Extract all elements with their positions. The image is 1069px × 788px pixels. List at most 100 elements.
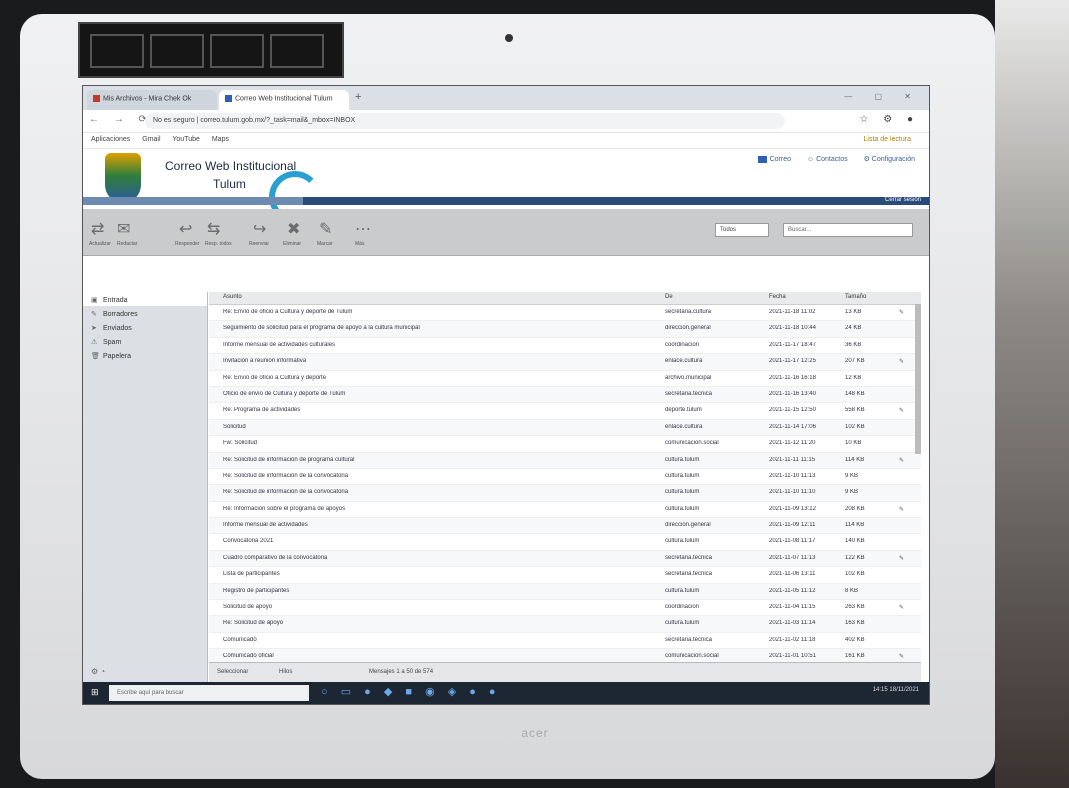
message-size: 161 KB (845, 653, 865, 660)
folder-item[interactable]: ➤ Enviados (83, 320, 207, 334)
banner-title: Correo Web Institucional (165, 159, 297, 173)
clock-time: 14:15 (872, 687, 888, 693)
window-controls[interactable]: — ▢ ✕ (844, 92, 921, 101)
forward-icon[interactable]: ↪ (253, 219, 266, 239)
refresh-icon[interactable]: ⇄ (91, 219, 104, 239)
message-date: 2021-11-05 11:12 (769, 587, 816, 594)
table-row[interactable]: Comunicado secretaria.tecnica 2021-11-02 1… (209, 633, 921, 650)
message-subject: Seguimiento de solicitud para el program… (223, 325, 420, 332)
table-row[interactable]: Convocatoria 2021 cultura.tulum 2021-11-08… (209, 534, 921, 551)
compose-icon[interactable]: ✉ (117, 219, 130, 239)
pencil-icon: ✎ (91, 311, 97, 318)
table-row[interactable]: Informe mensual de actividades culturale… (209, 338, 921, 355)
message-from: secretaria.tecnica (665, 390, 713, 397)
filter-select[interactable]: Todos (715, 223, 769, 237)
bookmark-item[interactable]: Aplicaciones (91, 136, 130, 143)
folder-item[interactable]: ✎ Borradores (83, 306, 207, 320)
message-size: 148 KB (845, 390, 865, 397)
message-subject: Re: Información sobre el programa de apo… (223, 505, 346, 512)
message-from: comunicacion.social (665, 653, 719, 660)
folder-item[interactable]: 🗑 Papelera (83, 348, 207, 362)
more-icon[interactable]: ⋯ (355, 219, 371, 239)
attachment-icon: ✎ (899, 605, 905, 612)
table-row[interactable]: Re: Solicitud de información de programa… (209, 452, 921, 469)
column-from[interactable]: De (665, 294, 673, 300)
list-scrollbar[interactable] (915, 304, 921, 454)
table-row[interactable]: Re: Programa de actividades deporte.tulum… (209, 403, 921, 420)
threads-menu[interactable]: Hilos (279, 669, 292, 675)
message-from: cultura.tulum (665, 489, 700, 496)
message-size: 9 KB (845, 472, 859, 479)
windows-start-icon[interactable]: ⊞ (91, 687, 101, 697)
table-row[interactable]: Lista de participantes secretaria.tecnica… (209, 567, 921, 584)
search-input[interactable]: Buscar... (783, 223, 913, 237)
new-tab-icon[interactable]: + (355, 91, 361, 103)
folder-item[interactable]: ▣ Entrada (83, 292, 207, 306)
message-size: 36 KB (845, 341, 862, 348)
logout-link[interactable]: Cerrar sesión (885, 197, 921, 203)
table-row[interactable]: Cuadro comparativo de la convocatoria sec… (209, 550, 921, 568)
browser-tab-active[interactable]: Correo Web Institucional Tulum (219, 90, 349, 110)
message-subject: Re: Solicitud de información de programa… (223, 456, 355, 463)
folder-item[interactable]: ⚠ Spam (83, 334, 207, 348)
message-from: deporte.tulum (665, 407, 702, 414)
message-size: 263 KB (845, 604, 865, 611)
attachment-icon: ✎ (899, 555, 905, 562)
settings-gear-icon[interactable]: ⚙ ◔ (91, 667, 105, 676)
reply-icon[interactable]: ↩ (179, 219, 192, 239)
taskbar-search-input[interactable]: Escribe aquí para buscar (109, 685, 309, 701)
bookmark-item[interactable]: YouTube (172, 136, 200, 143)
nav-contacts[interactable]: ☺ Contactos (807, 156, 848, 163)
column-date[interactable]: Fecha (769, 294, 786, 300)
select-menu[interactable]: Seleccionar (217, 669, 248, 675)
message-subject: Comunicado oficial (223, 653, 274, 660)
table-row[interactable]: Re: Solicitud de información de la convo… (209, 469, 921, 486)
table-row[interactable]: Fw: Solicitud comunicacion.social 2021-11-… (209, 436, 921, 453)
nav-buttons[interactable]: ← → ⟳ (89, 114, 153, 125)
system-tray[interactable]: 14:15 18/11/2021 (873, 687, 919, 693)
nav-settings[interactable]: ⚙ Configuración (864, 156, 915, 163)
message-date: 2021-11-16 13:40 (769, 390, 816, 397)
table-row[interactable]: Invitación a reunión informativa enlace.c… (209, 354, 921, 371)
table-row[interactable]: Re: Envío de oficio a Cultura y deporte a… (209, 371, 921, 387)
table-row[interactable]: Re: Información sobre el programa de apo… (209, 502, 921, 519)
sticker-box (150, 34, 204, 68)
table-row[interactable]: Solicitud enlace.cultura 2021-11-14 17:06 1… (209, 419, 921, 437)
taskbar-app-icons[interactable]: ○ ▭ ● ◆ ■ ◉ ◈ ● ● (321, 685, 501, 698)
table-row[interactable]: Registro de participantes cultura.tulum 20… (209, 583, 921, 601)
bookmark-item[interactable]: Gmail (142, 136, 160, 143)
browser-tab[interactable]: Mis Archivos - Mira Chek Ok (87, 90, 217, 110)
table-row[interactable]: Oficio de envío de Cultura y deporte de … (209, 386, 921, 404)
reading-list[interactable]: Lista de lectura (864, 136, 911, 143)
nav-mail[interactable]: Correo (757, 155, 791, 163)
column-subject[interactable]: Asunto (223, 294, 242, 300)
browser-actions[interactable]: ☆ ⚙ ● (859, 114, 919, 125)
table-row[interactable]: Solicitud de apoyo coordinacion 2021-11-04… (209, 600, 921, 617)
table-row[interactable]: Re: Solicitud de apoyo cultura.tulum 2021-… (209, 616, 921, 633)
message-from: cultura.tulum (665, 456, 700, 463)
message-subject: Solicitud (223, 423, 246, 430)
toolbar-label: Más (355, 241, 365, 247)
table-row[interactable]: Comunicado oficial comunicacion.social 202… (209, 649, 921, 662)
message-subject: Solicitud de apoyo (223, 604, 273, 611)
table-row[interactable]: Re: Solicitud de información de la convo… (209, 485, 921, 502)
message-date: 2021-11-17 18:47 (769, 341, 816, 348)
mark-icon[interactable]: ✎ (319, 219, 332, 239)
message-from: cultura.tulum (665, 620, 700, 627)
tab-label: Mis Archivos - Mira Chek Ok (103, 95, 192, 103)
folder-sidebar: ▣ Entrada ✎ Borradores ➤ Enviados ⚠ Spam 🗑 Papele… (83, 292, 208, 682)
table-row[interactable]: Informe mensual de actividades direccion.… (209, 518, 921, 535)
message-date: 2021-11-04 11:15 (769, 604, 816, 611)
url-input[interactable]: No es seguro | correo.tulum.gob.mx/?_tas… (145, 113, 785, 129)
toolbar-label: Actualizar (89, 241, 111, 247)
delete-icon[interactable]: ✖ (287, 219, 300, 239)
table-row[interactable]: Seguimiento de solicitud para el program… (209, 321, 921, 338)
column-size[interactable]: Tamaño (845, 294, 866, 300)
message-from: coordinacion (665, 341, 700, 348)
tab-label: Correo Web Institucional Tulum (235, 95, 333, 103)
table-row[interactable]: Re: Envío de oficio a Cultura y deporte … (209, 305, 921, 322)
bookmark-item[interactable]: Maps (212, 136, 229, 143)
reply-all-icon[interactable]: ⇆ (207, 219, 220, 239)
message-date: 2021-11-09 12:11 (769, 522, 816, 529)
attachment-icon: ✎ (899, 506, 905, 513)
